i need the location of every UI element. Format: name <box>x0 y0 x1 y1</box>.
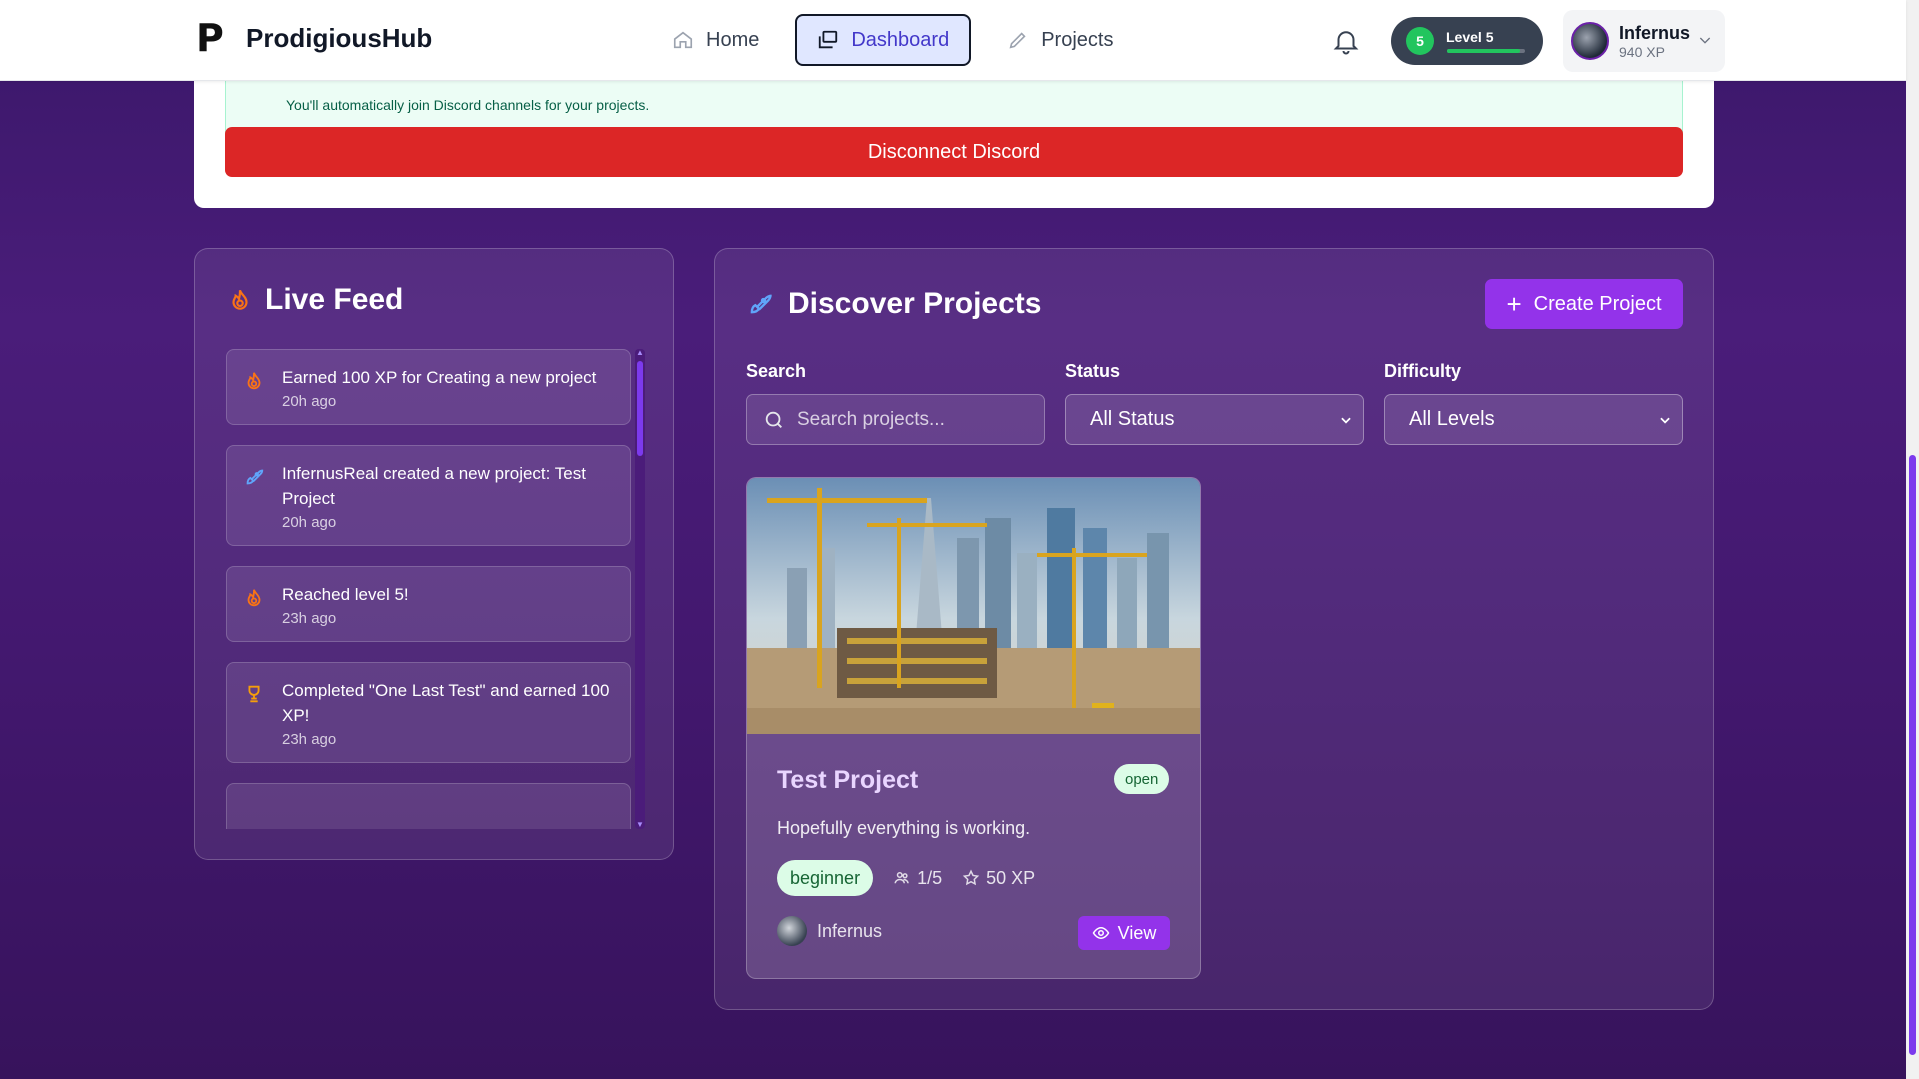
flame-icon <box>247 589 261 607</box>
live-feed-heading: Live Feed <box>265 283 404 316</box>
user-name: Infernus <box>1619 22 1691 43</box>
feed-item-time: 20h ago <box>282 393 337 410</box>
nav-home-label: Home <box>706 28 760 51</box>
rocket-icon <box>750 294 772 314</box>
top-navbar: P ProdigiousHub Home Dashboard Projects … <box>0 0 1906 81</box>
list-item <box>226 783 631 829</box>
create-project-label: Create Project <box>1533 292 1662 315</box>
feed-scroll-thumb[interactable] <box>637 361 643 456</box>
live-feed-panel: Live Feed Earned 100 XP for Creating a n… <box>194 248 674 860</box>
view-label: View <box>1117 922 1157 943</box>
scroll-down-icon[interactable]: ▼ <box>636 821 644 829</box>
page-scrollbar[interactable] <box>1906 0 1919 1079</box>
view-project-button[interactable]: View <box>1078 916 1170 950</box>
nav-projects[interactable]: Projects <box>985 14 1135 66</box>
level-progress-fill <box>1447 49 1521 53</box>
main-nav: Home Dashboard Projects <box>650 14 1135 66</box>
project-meta: beginner 1/5 50 XP <box>777 860 1035 896</box>
search-field[interactable] <box>746 394 1045 445</box>
nav-projects-label: Projects <box>1041 28 1114 51</box>
nav-dashboard[interactable]: Dashboard <box>795 14 972 66</box>
live-feed-title: Live Feed <box>227 283 403 317</box>
project-card[interactable]: Test Project open Hopefully everything i… <box>746 477 1201 979</box>
xp-reward: 50 XP <box>962 868 1035 889</box>
avatar <box>777 916 807 946</box>
feed-item-time: 23h ago <box>282 731 337 748</box>
rocket-icon <box>246 469 264 485</box>
project-title[interactable]: Test Project <box>777 766 918 795</box>
search-icon <box>765 411 782 428</box>
chevron-down-icon <box>1341 417 1351 424</box>
status-select-value: All Status <box>1090 408 1175 430</box>
members-value: 1/5 <box>917 867 943 888</box>
feed-item-time: 20h ago <box>282 514 337 531</box>
create-project-button[interactable]: + Create Project <box>1485 279 1683 329</box>
list-item: Earned 100 XP for Creating a new project… <box>226 349 631 425</box>
discover-heading: Discover Projects <box>788 287 1042 320</box>
feed-list[interactable]: Earned 100 XP for Creating a new project… <box>226 349 631 829</box>
nav-home[interactable]: Home <box>650 14 781 66</box>
trophy-icon <box>248 685 260 703</box>
user-xp: 940 XP <box>1619 43 1665 60</box>
feed-item-text: InfernusReal created a new project: Test… <box>282 464 586 508</box>
project-image <box>747 478 1200 734</box>
brand[interactable]: P ProdigiousHub <box>196 16 433 60</box>
difficulty-badge: beginner <box>777 860 874 896</box>
search-input[interactable] <box>797 408 1027 431</box>
scroll-up-icon[interactable]: ▲ <box>636 349 644 357</box>
status-select[interactable]: All Status <box>1065 394 1364 445</box>
discover-title: Discover Projects <box>746 287 1041 321</box>
search-label: Search <box>746 361 807 381</box>
dashboard-icon <box>817 29 839 51</box>
xp-value: 50 XP <box>986 867 1036 888</box>
level-label: Level 5 <box>1446 29 1494 45</box>
flame-icon <box>247 372 261 390</box>
level-indicator[interactable]: 5 Level 5 <box>1391 17 1543 65</box>
nav-dashboard-label: Dashboard <box>851 28 950 51</box>
page-scroll-thumb[interactable] <box>1909 455 1916 1055</box>
flame-icon <box>232 289 248 310</box>
members-count: 1/5 <box>893 868 942 889</box>
project-description: Hopefully everything is working. <box>777 818 1031 838</box>
avatar <box>1571 22 1609 60</box>
chevron-down-icon <box>1660 417 1670 424</box>
difficulty-select-value: All Levels <box>1409 408 1495 430</box>
level-progress-bar <box>1447 49 1525 53</box>
disconnect-discord-button[interactable]: Disconnect Discord <box>225 127 1683 177</box>
plus-icon: + <box>1506 289 1522 319</box>
difficulty-label: Difficulty <box>1384 361 1462 381</box>
user-menu[interactable]: Infernus 940 XP <box>1563 10 1725 72</box>
brand-logo: P <box>196 16 224 60</box>
brand-name: ProdigiousHub <box>246 22 433 53</box>
list-item: InfernusReal created a new project: Test… <box>226 445 631 546</box>
difficulty-select[interactable]: All Levels <box>1384 394 1683 445</box>
feed-scrollbar[interactable]: ▲ ▼ <box>635 349 645 829</box>
project-owner[interactable]: Infernus <box>777 916 882 946</box>
users-icon <box>894 872 909 884</box>
eye-icon <box>1092 926 1110 940</box>
discover-projects-panel: Discover Projects + Create Project Searc… <box>714 248 1714 1010</box>
list-item: Completed "One Last Test" and earned 100… <box>226 662 631 763</box>
list-item: Reached level 5! 23h ago <box>226 566 631 642</box>
status-label: Status <box>1065 361 1121 381</box>
feed-item-text: Earned 100 XP for Creating a new project <box>282 368 597 387</box>
level-number: 5 <box>1406 27 1434 55</box>
feed-item-text: Completed "One Last Test" and earned 100… <box>282 681 610 725</box>
star-icon <box>962 869 980 886</box>
feed-item-text: Reached level 5! <box>282 585 409 604</box>
chevron-down-icon <box>1699 37 1711 44</box>
home-icon <box>672 29 694 51</box>
pencil-icon <box>1007 29 1029 51</box>
status-badge: open <box>1114 764 1170 794</box>
bell-icon[interactable] <box>1331 26 1361 56</box>
feed-item-time: 23h ago <box>282 610 337 627</box>
owner-name: Infernus <box>817 920 883 941</box>
